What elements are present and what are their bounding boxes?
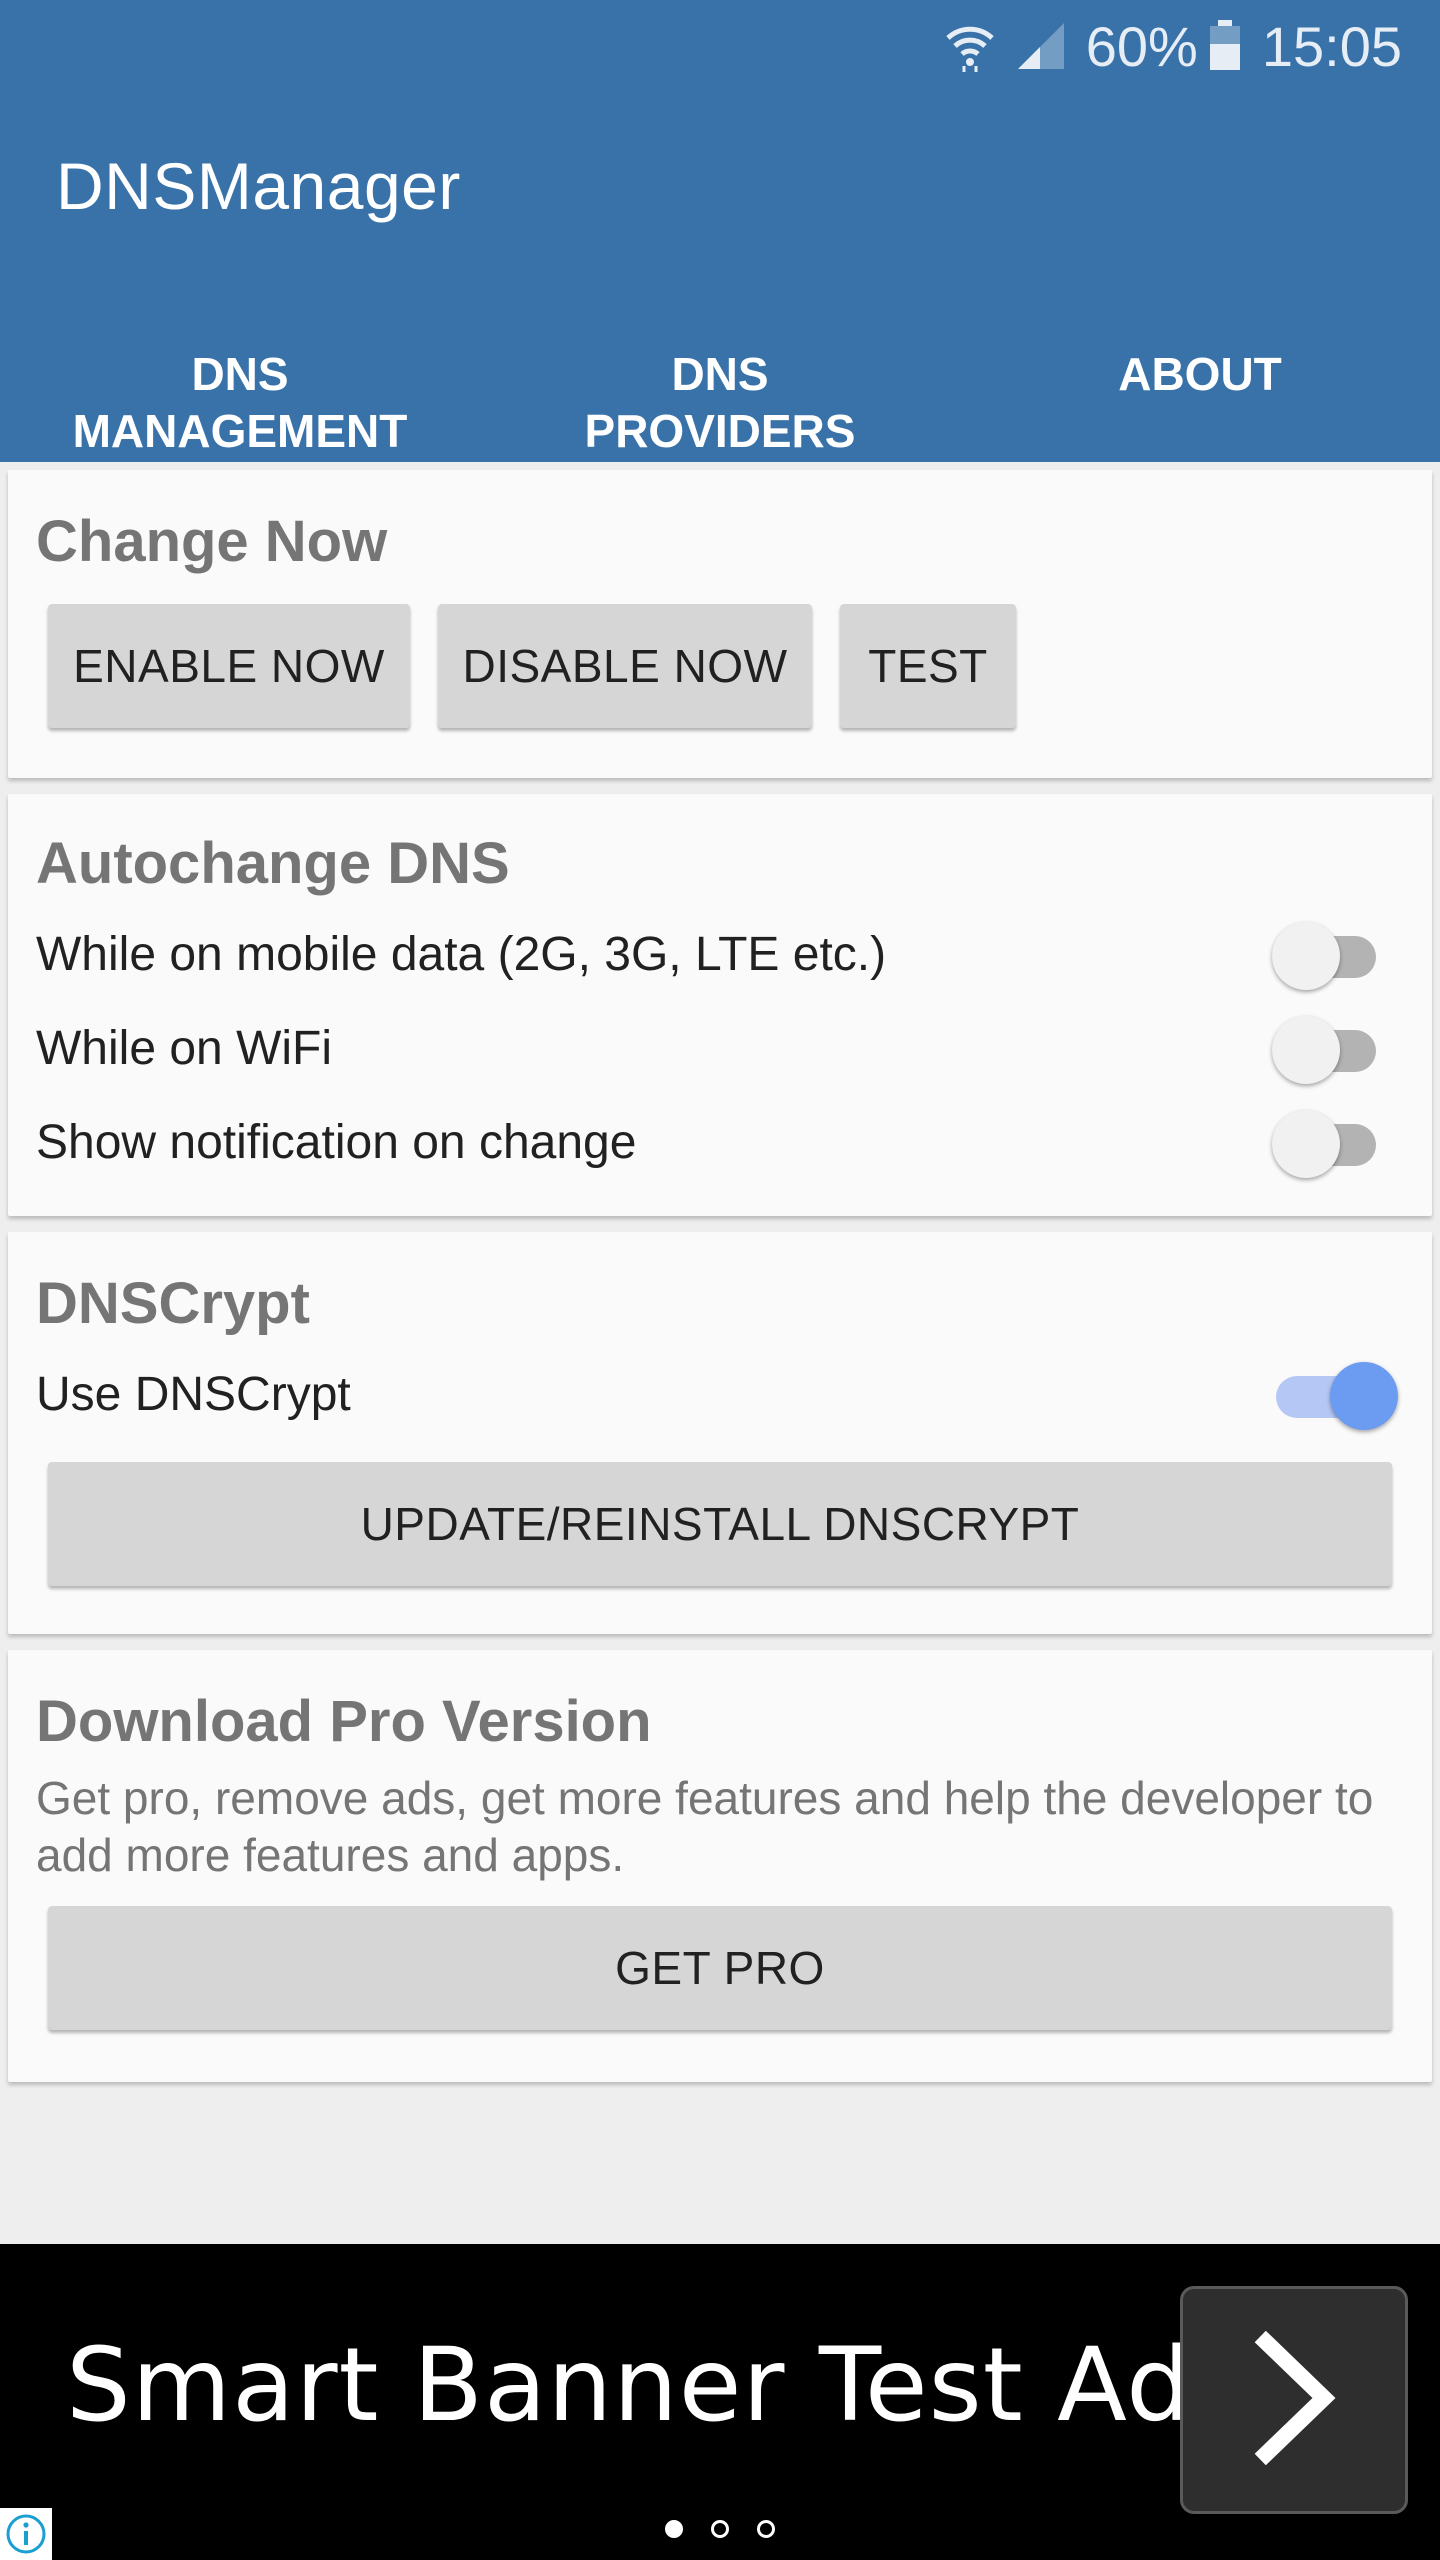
cell-signal-icon: [1016, 21, 1066, 71]
tab-dns-management[interactable]: DNS MANAGEMENT: [0, 340, 480, 462]
change-now-card: Change Now ENABLE NOW DISABLE NOW TEST: [8, 470, 1432, 778]
tab-dns-providers[interactable]: DNS PROVIDERS: [480, 340, 960, 462]
mobile-data-switch[interactable]: [1264, 914, 1404, 994]
switch-thumb: [1272, 922, 1340, 990]
notification-switch[interactable]: [1264, 1102, 1404, 1182]
notification-label: Show notification on change: [36, 1115, 637, 1169]
dnscrypt-card: DNSCrypt Use DNSCrypt UPDATE/REINSTALL D…: [8, 1232, 1432, 1634]
get-pro-button[interactable]: GET PRO: [48, 1906, 1392, 2030]
battery-indicator: 60%: [1086, 14, 1242, 79]
ad-banner[interactable]: Smart Banner Test Ad: [0, 2244, 1440, 2560]
change-now-title: Change Now: [36, 509, 388, 574]
dnscrypt-title: DNSCrypt: [36, 1271, 310, 1336]
ad-page-dot: [757, 2520, 775, 2538]
wifi-switch[interactable]: [1264, 1008, 1404, 1088]
disable-now-button[interactable]: DISABLE NOW: [438, 604, 812, 728]
ad-page-indicator: [0, 2520, 1440, 2538]
test-button[interactable]: TEST: [840, 604, 1016, 728]
wifi-row: While on WiFi: [36, 1008, 1404, 1088]
wifi-icon: [944, 20, 996, 72]
use-dnscrypt-label: Use DNSCrypt: [36, 1367, 351, 1421]
autochange-dns-card: Autochange DNS While on mobile data (2G,…: [8, 794, 1432, 1216]
download-pro-description: Get pro, remove ads, get more features a…: [36, 1772, 1374, 1881]
ad-page-dot: [711, 2520, 729, 2538]
tab-bar: DNS MANAGEMENT DNS PROVIDERS ABOUT: [0, 340, 1440, 462]
ad-title: Smart Banner Test Ad: [66, 2326, 1192, 2445]
switch-thumb: [1272, 1016, 1340, 1084]
chevron-right-icon: [1244, 2328, 1344, 2473]
notification-row: Show notification on change: [36, 1102, 1404, 1182]
wifi-label: While on WiFi: [36, 1021, 333, 1075]
battery-percent: 60%: [1085, 14, 1198, 78]
app-title: DNSManager: [56, 149, 461, 223]
switch-thumb: [1330, 1362, 1398, 1430]
use-dnscrypt-row: Use DNSCrypt: [36, 1354, 1404, 1434]
ad-page-dot: [665, 2520, 683, 2538]
use-dnscrypt-switch[interactable]: [1264, 1354, 1404, 1434]
ad-open-button[interactable]: [1180, 2286, 1408, 2514]
mobile-data-row: While on mobile data (2G, 3G, LTE etc.): [36, 914, 1404, 994]
info-icon[interactable]: [0, 2508, 52, 2560]
status-bar: 60% 15:05: [944, 14, 1402, 78]
app-header: 60% 15:05 DNSManager DNS MANAGEMENT DNS …: [0, 0, 1440, 462]
battery-icon: [1208, 20, 1242, 72]
switch-thumb: [1272, 1110, 1340, 1178]
tab-about[interactable]: ABOUT: [960, 340, 1440, 462]
update-reinstall-dnscrypt-button[interactable]: UPDATE/REINSTALL DNSCRYPT: [48, 1462, 1392, 1586]
clock: 15:05: [1261, 14, 1402, 78]
autochange-dns-title: Autochange DNS: [36, 831, 510, 896]
download-pro-title: Download Pro Version: [36, 1689, 652, 1754]
enable-now-button[interactable]: ENABLE NOW: [48, 604, 410, 728]
mobile-data-label: While on mobile data (2G, 3G, LTE etc.): [36, 927, 887, 981]
download-pro-card: Download Pro Version Get pro, remove ads…: [8, 1650, 1432, 2082]
